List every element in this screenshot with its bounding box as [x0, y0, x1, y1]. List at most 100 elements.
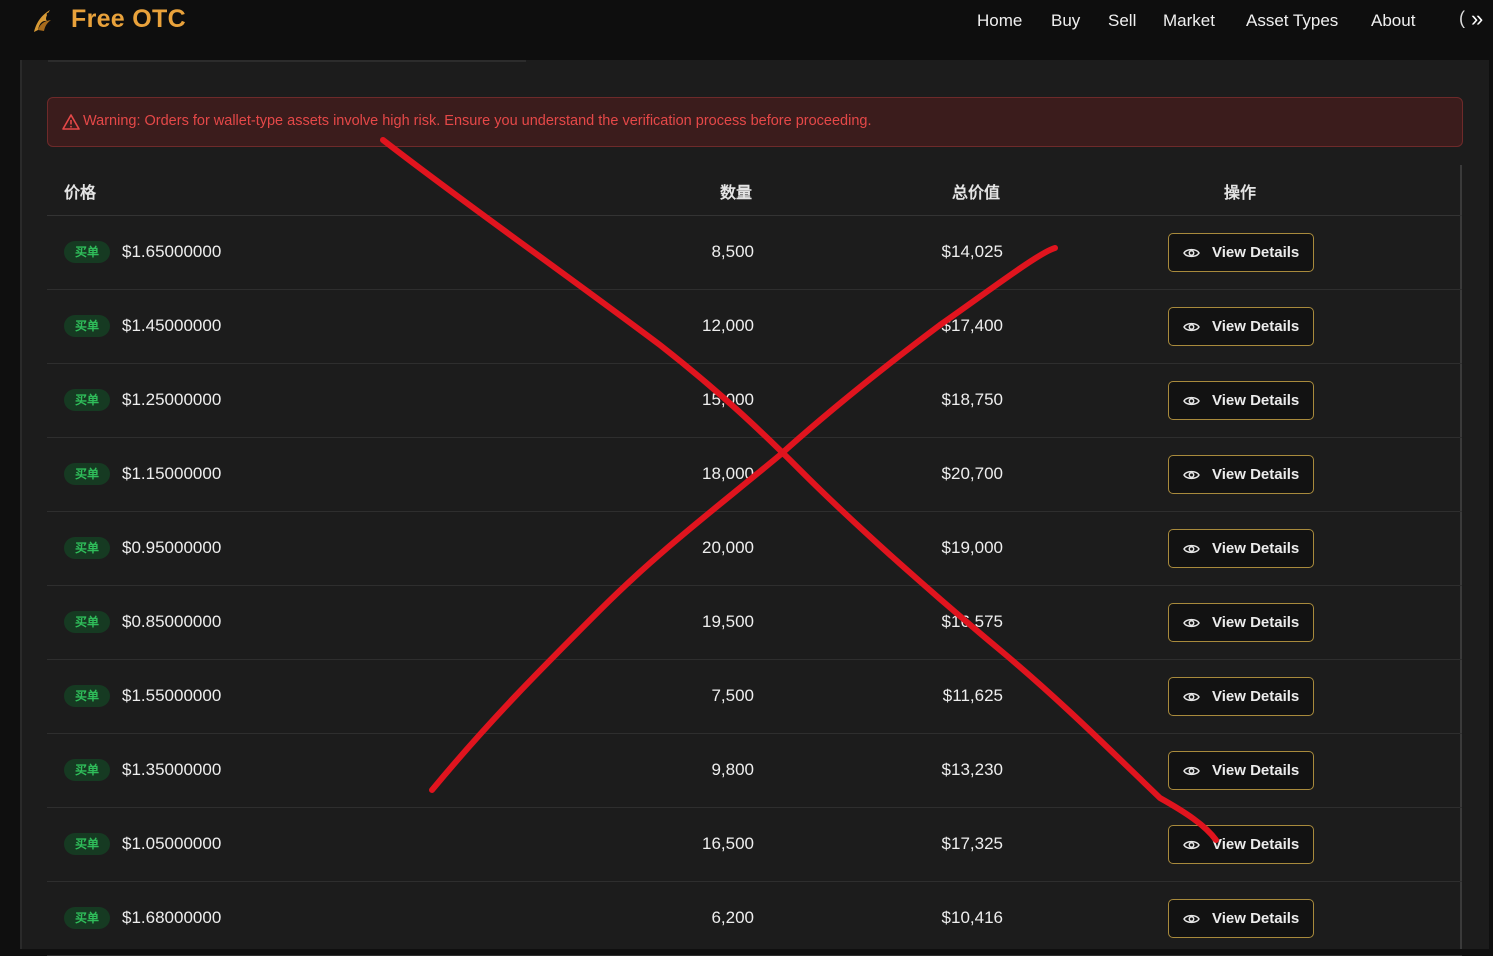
- table-row: 买单 $1.45000000 12,000 $17,400 View Details: [47, 290, 1462, 364]
- price-cell: $1.25000000: [122, 390, 222, 409]
- eye-icon: [1183, 396, 1200, 406]
- column-header-total: 总价值: [952, 185, 1001, 202]
- buy-order-badge: 买单: [64, 611, 110, 633]
- buy-order-badge: 买单: [64, 389, 110, 411]
- price-cell: $1.68000000: [122, 908, 222, 927]
- total-value-cell: $13,230: [941, 760, 1003, 779]
- price-cell: $1.65000000: [122, 242, 222, 261]
- buy-order-badge: 买单: [64, 907, 110, 929]
- view-details-button[interactable]: View Details: [1168, 603, 1314, 642]
- buy-order-badge: 买单: [64, 833, 110, 855]
- eye-icon: [1183, 248, 1200, 258]
- total-value-cell: $14,025: [941, 242, 1003, 261]
- buy-order-badge: 买单: [64, 537, 110, 559]
- price-cell: $1.15000000: [122, 464, 222, 483]
- brand-name[interactable]: Free OTC: [71, 5, 186, 34]
- buy-order-badge: 买单: [64, 759, 110, 781]
- view-details-label: View Details: [1212, 244, 1300, 261]
- price-cell: $1.35000000: [122, 760, 222, 779]
- warning-text: Warning: Orders for wallet-type assets i…: [83, 113, 872, 129]
- view-details-button[interactable]: View Details: [1168, 677, 1314, 716]
- price-cell: $1.55000000: [122, 686, 222, 705]
- view-details-button[interactable]: View Details: [1168, 233, 1314, 272]
- view-details-label: View Details: [1212, 540, 1300, 557]
- total-value-cell: $18,750: [941, 390, 1003, 409]
- view-details-button[interactable]: View Details: [1168, 751, 1314, 790]
- table-row: 买单 $0.95000000 20,000 $19,000 View Details: [47, 512, 1462, 586]
- total-value-cell: $11,625: [942, 686, 1003, 705]
- total-value-cell: $19,000: [941, 538, 1003, 557]
- table-row: 买单 $1.65000000 8,500 $14,025 View Details: [47, 216, 1462, 290]
- view-details-button[interactable]: View Details: [1168, 455, 1314, 494]
- total-value-cell: $10,416: [941, 908, 1003, 927]
- view-details-label: View Details: [1212, 392, 1300, 409]
- eye-icon: [1183, 914, 1200, 924]
- quantity-cell: 18,000: [702, 464, 754, 483]
- double-chevron-right-icon[interactable]: »: [1471, 6, 1483, 32]
- nav-overflow-partial-icon[interactable]: (: [1459, 8, 1465, 29]
- total-value-cell: $17,400: [941, 316, 1003, 335]
- buy-order-badge: 买单: [64, 315, 110, 337]
- column-header-action: 操作: [1224, 185, 1257, 202]
- view-details-label: View Details: [1212, 318, 1300, 335]
- view-details-button[interactable]: View Details: [1168, 307, 1314, 346]
- quantity-cell: 16,500: [702, 834, 754, 853]
- column-header-price: 价格: [64, 185, 97, 202]
- eye-icon: [1183, 766, 1200, 776]
- view-details-button[interactable]: View Details: [1168, 529, 1314, 568]
- table-header: 价格 数量 总价值 操作: [47, 165, 1462, 216]
- price-cell: $1.05000000: [122, 834, 222, 853]
- eye-icon: [1183, 470, 1200, 480]
- quantity-cell: 6,200: [711, 908, 754, 927]
- eagle-logo-icon[interactable]: [28, 6, 58, 36]
- total-value-cell: $17,325: [941, 834, 1003, 853]
- table-row: 买单 $1.35000000 9,800 $13,230 View Details: [47, 734, 1462, 808]
- view-details-button[interactable]: View Details: [1168, 899, 1314, 938]
- table-row: 买单 $1.68000000 6,200 $10,416 View Details: [47, 882, 1462, 956]
- quantity-cell: 7,500: [711, 686, 754, 705]
- total-value-cell: $20,700: [941, 464, 1003, 483]
- eye-icon: [1183, 840, 1200, 850]
- view-details-label: View Details: [1212, 836, 1300, 853]
- table-row: 买单 $1.25000000 15,000 $18,750 View Details: [47, 364, 1462, 438]
- view-details-label: View Details: [1212, 910, 1300, 927]
- risk-warning-banner: Warning: Orders for wallet-type assets i…: [47, 97, 1463, 147]
- table-row: 买单 $1.15000000 18,000 $20,700 View Details: [47, 438, 1462, 512]
- nav-buy[interactable]: Buy: [1051, 11, 1080, 31]
- view-details-button[interactable]: View Details: [1168, 381, 1314, 420]
- orders-table: 价格 数量 总价值 操作 买单 $1.65000000 8,500 $14,025 Vi…: [47, 165, 1462, 956]
- total-value-cell: $16,575: [941, 612, 1003, 631]
- view-details-label: View Details: [1212, 762, 1300, 779]
- buy-order-badge: 买单: [64, 685, 110, 707]
- eye-icon: [1183, 618, 1200, 628]
- price-cell: $1.45000000: [122, 316, 222, 335]
- eye-icon: [1183, 322, 1200, 332]
- nav-asset-types[interactable]: Asset Types: [1246, 11, 1338, 31]
- buy-order-badge: 买单: [64, 241, 110, 263]
- view-details-button[interactable]: View Details: [1168, 825, 1314, 864]
- nav-sell[interactable]: Sell: [1108, 11, 1136, 31]
- nav-about[interactable]: About: [1371, 11, 1415, 31]
- table-row: 买单 $0.85000000 19,500 $16,575 View Details: [47, 586, 1462, 660]
- column-header-quantity: 数量: [720, 185, 753, 202]
- view-details-label: View Details: [1212, 688, 1300, 705]
- quantity-cell: 12,000: [702, 316, 754, 335]
- warning-triangle-icon: [62, 114, 80, 130]
- eye-icon: [1183, 692, 1200, 702]
- quantity-cell: 8,500: [711, 242, 754, 261]
- price-cell: $0.95000000: [122, 538, 222, 557]
- divider: [48, 60, 526, 62]
- quantity-cell: 20,000: [702, 538, 754, 557]
- quantity-cell: 19,500: [702, 612, 754, 631]
- nav-market[interactable]: Market: [1163, 11, 1215, 31]
- eye-icon: [1183, 544, 1200, 554]
- top-navigation-bar: Free OTC Home Buy Sell Market Asset Type…: [0, 0, 1493, 60]
- price-cell: $0.85000000: [122, 612, 222, 631]
- nav-home[interactable]: Home: [977, 11, 1022, 31]
- table-row: 买单 $1.05000000 16,500 $17,325 View Details: [47, 808, 1462, 882]
- quantity-cell: 9,800: [711, 760, 754, 779]
- buy-order-badge: 买单: [64, 463, 110, 485]
- view-details-label: View Details: [1212, 466, 1300, 483]
- table-row: 买单 $1.55000000 7,500 $11,625 View Details: [47, 660, 1462, 734]
- view-details-label: View Details: [1212, 614, 1300, 631]
